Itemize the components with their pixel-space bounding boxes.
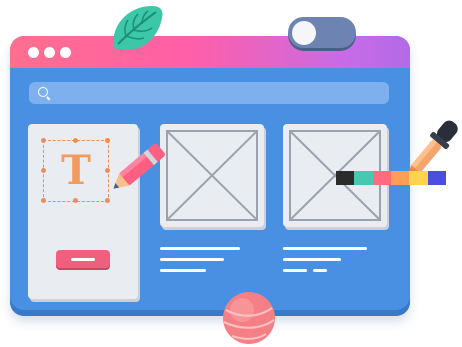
- text-line: [160, 247, 240, 250]
- color-swatch[interactable]: [409, 171, 428, 185]
- text-line: [283, 269, 307, 272]
- primary-button[interactable]: [56, 250, 110, 268]
- text-line: [283, 247, 367, 250]
- color-swatch[interactable]: [427, 171, 446, 185]
- resize-handle[interactable]: [41, 138, 46, 143]
- color-swatch[interactable]: [372, 171, 391, 185]
- text-line: [160, 269, 206, 272]
- color-swatch[interactable]: [354, 171, 373, 185]
- color-palette[interactable]: [336, 171, 446, 185]
- resize-handle[interactable]: [41, 198, 46, 203]
- search-bar[interactable]: [29, 82, 389, 104]
- toggle-switch-icon[interactable]: [286, 16, 358, 54]
- resize-handle[interactable]: [73, 138, 78, 143]
- illustration-scene: T: [0, 0, 462, 347]
- text-line: [313, 269, 327, 272]
- color-swatch[interactable]: [336, 171, 355, 185]
- text-line: [160, 258, 224, 261]
- window-dot[interactable]: [44, 47, 55, 58]
- image-placeholder-icon: [166, 130, 258, 221]
- ball-icon: [223, 292, 275, 344]
- window-dot[interactable]: [28, 47, 39, 58]
- color-swatch[interactable]: [390, 171, 410, 185]
- text-line: [283, 258, 341, 261]
- window-dot[interactable]: [60, 47, 71, 58]
- resize-handle[interactable]: [73, 198, 78, 203]
- search-icon: [38, 87, 48, 97]
- leaf-icon: [113, 6, 163, 51]
- pencil-icon: [113, 143, 165, 189]
